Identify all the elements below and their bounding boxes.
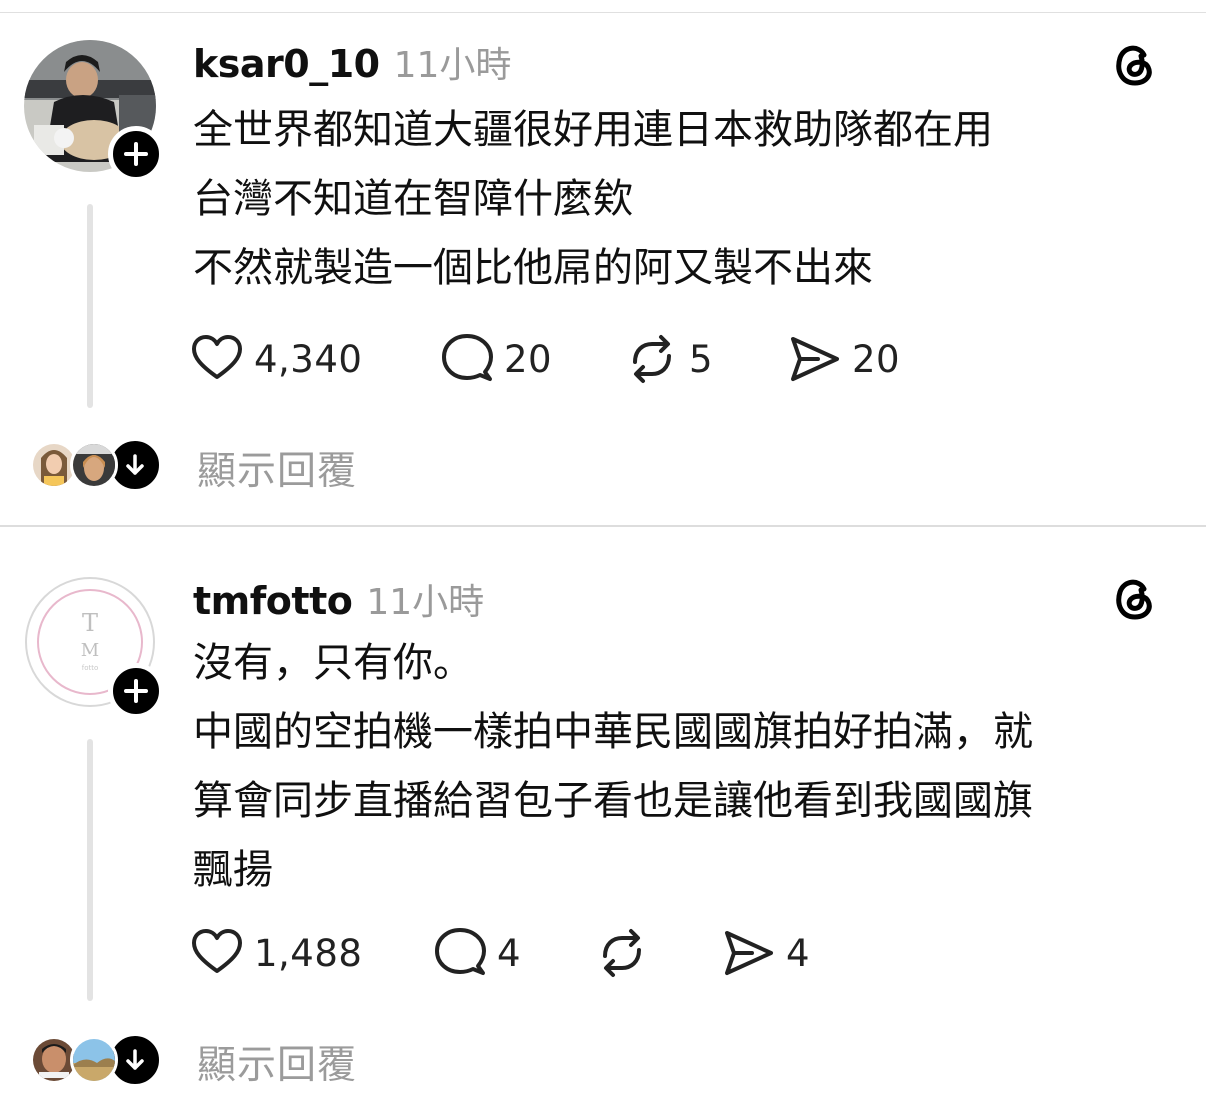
thread-line [87, 204, 93, 408]
post-line: 飄揚 [193, 847, 273, 893]
send-icon [725, 931, 773, 975]
comment-bubble-icon [435, 928, 486, 975]
like-button[interactable]: 1,488 [190, 925, 362, 981]
reply-avatars[interactable] [30, 1032, 162, 1088]
plus-icon [124, 142, 148, 166]
reply-avatar [70, 441, 118, 489]
share-button[interactable]: 20 [788, 331, 900, 387]
username[interactable]: ksar0_10 [193, 42, 380, 86]
repost-button[interactable]: 5 [625, 331, 713, 387]
comment-count: 4 [497, 931, 522, 975]
follow-button[interactable] [108, 126, 164, 182]
post-line: 沒有，只有你。 [193, 640, 473, 686]
reply-avatar [70, 1036, 118, 1084]
share-count: 4 [786, 931, 811, 975]
repost-icon [633, 335, 671, 383]
avatar-letter: M [81, 640, 99, 661]
repost-count: 5 [689, 337, 714, 381]
post-header: tmfotto 11小時 [193, 573, 484, 625]
show-replies-link[interactable]: 顯示回覆 [197, 1034, 357, 1090]
timestamp: 11小時 [366, 582, 485, 623]
heart-icon [192, 929, 242, 973]
follow-button[interactable] [108, 663, 164, 719]
timestamp: 11小時 [393, 45, 512, 86]
thread-line [87, 739, 93, 1001]
repost-button[interactable] [595, 925, 659, 981]
avatar-letter: T [82, 609, 98, 637]
avatar-letter: fotto [82, 664, 99, 672]
post-line: 台灣不知道在智障什麼欸 [193, 176, 633, 222]
show-replies-link[interactable]: 顯示回覆 [197, 440, 357, 496]
arrow-down-icon [126, 1049, 144, 1070]
post-line: 不然就製造一個比他屌的阿又製不出來 [193, 245, 873, 291]
send-icon [791, 337, 839, 381]
plus-icon [124, 679, 148, 703]
username[interactable]: tmfotto [193, 579, 353, 623]
post-body: 沒有，只有你。 中國的空拍機一樣拍中華民國國旗拍好拍滿，就 算會同步直播給習包子… [193, 629, 1153, 905]
threads-logo-icon[interactable] [1108, 572, 1160, 624]
post-line: 全世界都知道大疆很好用連日本救助隊都在用 [193, 107, 993, 153]
comment-bubble-icon [442, 334, 493, 381]
share-button[interactable]: 4 [722, 925, 810, 981]
like-button[interactable]: 4,340 [190, 331, 362, 387]
post-item: ksar0_10 11小時 全世界都知道大疆很好用連日本救助隊都在用 台灣不知道… [0, 0, 1206, 525]
post-line: 中國的空拍機一樣拍中華民國國旗拍好拍滿，就 [193, 709, 1033, 755]
repost-icon [603, 929, 641, 977]
threads-logo-icon[interactable] [1108, 38, 1160, 90]
post-item: T M fotto tmfotto 11小時 沒有，只有你。 中國的空拍機一樣拍… [0, 527, 1206, 1116]
comment-button[interactable]: 20 [440, 331, 552, 387]
arrow-down-icon [126, 454, 144, 475]
post-line: 算會同步直播給習包子看也是讓他看到我國國旗 [193, 778, 1033, 824]
reply-avatars[interactable] [30, 437, 162, 493]
like-count: 1,488 [254, 931, 363, 975]
share-count: 20 [852, 337, 901, 381]
heart-icon [192, 335, 242, 379]
post-header: ksar0_10 11小時 [193, 36, 511, 88]
comment-count: 20 [504, 337, 553, 381]
like-count: 4,340 [254, 337, 363, 381]
post-body: 全世界都知道大疆很好用連日本救助隊都在用 台灣不知道在智障什麼欸 不然就製造一個… [193, 96, 1153, 303]
comment-button[interactable]: 4 [433, 925, 521, 981]
